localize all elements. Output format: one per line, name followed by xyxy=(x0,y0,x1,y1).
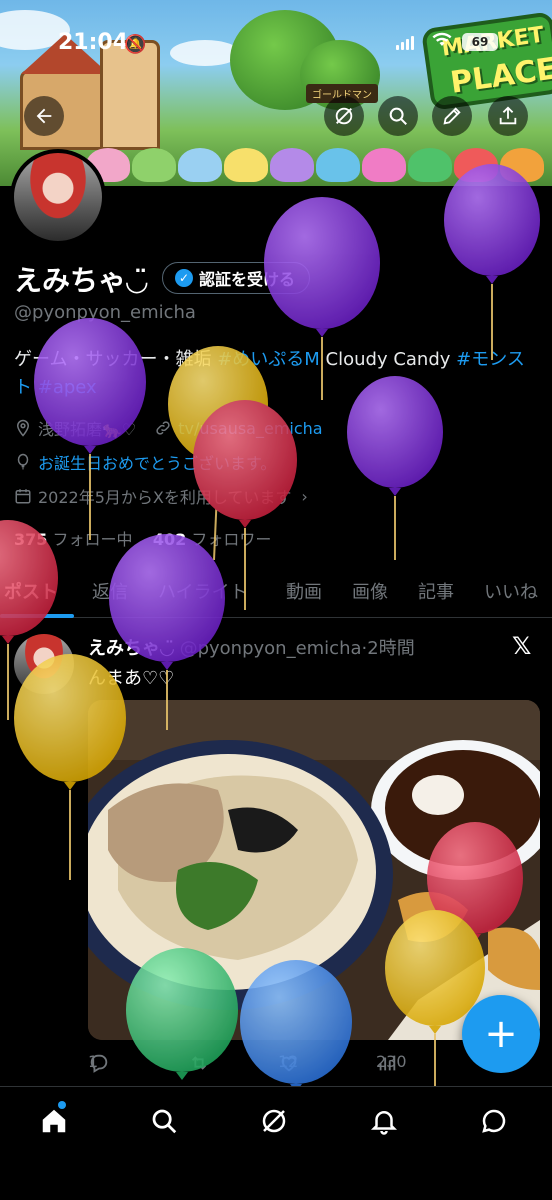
followers-label: フォロワー xyxy=(191,530,272,549)
banner-slime xyxy=(224,148,268,182)
bottom-navigation xyxy=(0,1086,552,1200)
following-link[interactable]: 375 フォロー中 xyxy=(14,530,133,549)
search-button[interactable] xyxy=(378,96,418,136)
like-button[interactable]: 12 xyxy=(278,1052,300,1074)
following-count: 375 xyxy=(14,530,48,549)
udon-photo xyxy=(88,700,540,1040)
post-text: んまあ♡♡ xyxy=(88,668,175,689)
reply-count: 1 xyxy=(88,1052,99,1071)
following-label: フォロー中 xyxy=(52,530,133,549)
tab-highlights[interactable]: ハイライト xyxy=(158,578,248,604)
status-time: 21:04 xyxy=(58,30,129,55)
post-header: えみちゃ◡̈ @pyonpyon_emicha·2時間 xyxy=(88,634,415,660)
location-pin-icon xyxy=(16,419,30,437)
profile-link[interactable]: tv/usausa_emicha xyxy=(178,419,322,438)
reply-button[interactable]: 1 xyxy=(88,1052,110,1074)
banner-slime xyxy=(362,148,406,182)
post-avatar[interactable] xyxy=(14,634,74,694)
balloon-purple xyxy=(347,376,443,560)
post-time: ·2時間 xyxy=(361,638,415,659)
banner-slime xyxy=(178,148,222,182)
nav-grok[interactable] xyxy=(254,1101,294,1141)
banner-slime xyxy=(408,148,452,182)
banner-slime xyxy=(454,148,498,182)
tab-replies[interactable]: 返信 xyxy=(92,578,128,604)
link-icon xyxy=(156,421,170,435)
tab-articles[interactable]: 記事 xyxy=(418,578,454,604)
profile-handle: @pyonpyon_emicha xyxy=(14,302,196,323)
get-verified-label: 認証を受ける xyxy=(199,270,296,289)
profile-tabs: ポスト 返信 ハイライト 動画 画像 記事 いいね xyxy=(0,570,552,618)
back-arrow-icon xyxy=(36,108,52,124)
status-bar: 21:04 🔕 69 xyxy=(0,30,552,60)
profile-joined: 2022年5月からXを利用しています xyxy=(38,488,292,507)
market-place-sign: MARKET PLACE xyxy=(420,11,552,111)
nav-home[interactable] xyxy=(34,1101,74,1141)
home-icon xyxy=(42,1109,66,1133)
home-notification-dot xyxy=(58,1101,66,1109)
share-button[interactable] xyxy=(488,96,528,136)
nav-explore[interactable] xyxy=(144,1101,184,1141)
get-verified-button[interactable]: ✓ 認証を受ける xyxy=(162,262,311,294)
post-author-name[interactable]: えみちゃ◡̈ xyxy=(88,638,174,659)
views-button[interactable]: 230 xyxy=(376,1052,407,1074)
chevron-right-icon: › xyxy=(301,486,308,506)
tab-posts[interactable]: ポスト xyxy=(4,578,58,604)
back-button[interactable] xyxy=(24,96,64,136)
balloon-purple xyxy=(444,164,540,360)
nav-messages[interactable] xyxy=(474,1101,514,1141)
like-count: 12 xyxy=(278,1052,299,1071)
bell-icon xyxy=(370,1111,398,1135)
followers-link[interactable]: 402 フォロワー xyxy=(153,530,272,549)
battery-indicator: 69 xyxy=(462,33,498,51)
bio-text: ゲーム・サッカー・雑垢 xyxy=(14,349,218,370)
grok-button[interactable] xyxy=(324,96,364,136)
edit-icon xyxy=(443,107,461,125)
profile-birthday[interactable]: お誕生日おめでとうございます。 xyxy=(38,450,276,474)
silent-bell-icon: 🔕 xyxy=(124,34,147,55)
bio-text: Cloudy Candy xyxy=(319,349,457,370)
x-logo-icon: 𝕏 xyxy=(512,632,532,660)
message-icon xyxy=(482,1109,506,1133)
grok-icon xyxy=(262,1109,286,1133)
repost-button[interactable] xyxy=(188,1052,210,1074)
followers-count: 402 xyxy=(152,530,187,549)
tab-likes[interactable]: いいね xyxy=(484,578,538,604)
plus-icon: + xyxy=(484,1011,518,1057)
profile-location: 浅野拓磨🐆♡ xyxy=(38,420,137,439)
nav-notifications[interactable] xyxy=(364,1101,404,1141)
grok-icon xyxy=(335,107,353,125)
search-icon xyxy=(389,107,407,125)
share-icon xyxy=(499,106,517,125)
profile-name: えみちゃ◡̈ xyxy=(14,264,148,297)
cellular-signal-icon xyxy=(396,36,414,50)
profile-birthday-row: お誕生日おめでとうございます。 xyxy=(14,450,276,474)
profile-location-row: 浅野拓磨🐆♡ tv/usausa_emicha xyxy=(14,416,323,440)
banner-slime xyxy=(132,148,176,182)
bio-hashtag[interactable]: #apex xyxy=(38,377,97,398)
post-image[interactable] xyxy=(88,700,540,1040)
post-actions: 1 12 230 xyxy=(88,1052,528,1076)
edit-button[interactable] xyxy=(432,96,472,136)
balloon-icon xyxy=(17,453,29,470)
banner-slime xyxy=(500,148,544,182)
follow-counts: 375 フォロー中 402 フォロワー xyxy=(14,526,271,550)
calendar-icon xyxy=(15,489,31,504)
views-count: 230 xyxy=(376,1052,407,1071)
verified-check-icon: ✓ xyxy=(175,269,193,287)
profile-joined-row[interactable]: 2022年5月からXを利用しています › xyxy=(14,484,308,508)
profile-avatar[interactable] xyxy=(10,149,106,245)
bio-hashtag[interactable]: #めいぷるM xyxy=(217,349,320,370)
tab-photos[interactable]: 画像 xyxy=(352,578,388,604)
banner-slime xyxy=(316,148,360,182)
active-tab-indicator xyxy=(0,614,74,618)
repost-icon xyxy=(191,1056,207,1070)
banner-slime xyxy=(270,148,314,182)
post-author-handle[interactable]: @pyonpyon_emicha xyxy=(180,638,362,659)
tab-videos[interactable]: 動画 xyxy=(286,578,322,604)
wifi-icon xyxy=(432,32,452,52)
profile-bio: ゲーム・サッカー・雑垢 #めいぷるM Cloudy Candy #モンスト #a… xyxy=(14,346,540,402)
compose-post-button[interactable]: + xyxy=(462,995,540,1073)
search-icon xyxy=(152,1109,177,1134)
